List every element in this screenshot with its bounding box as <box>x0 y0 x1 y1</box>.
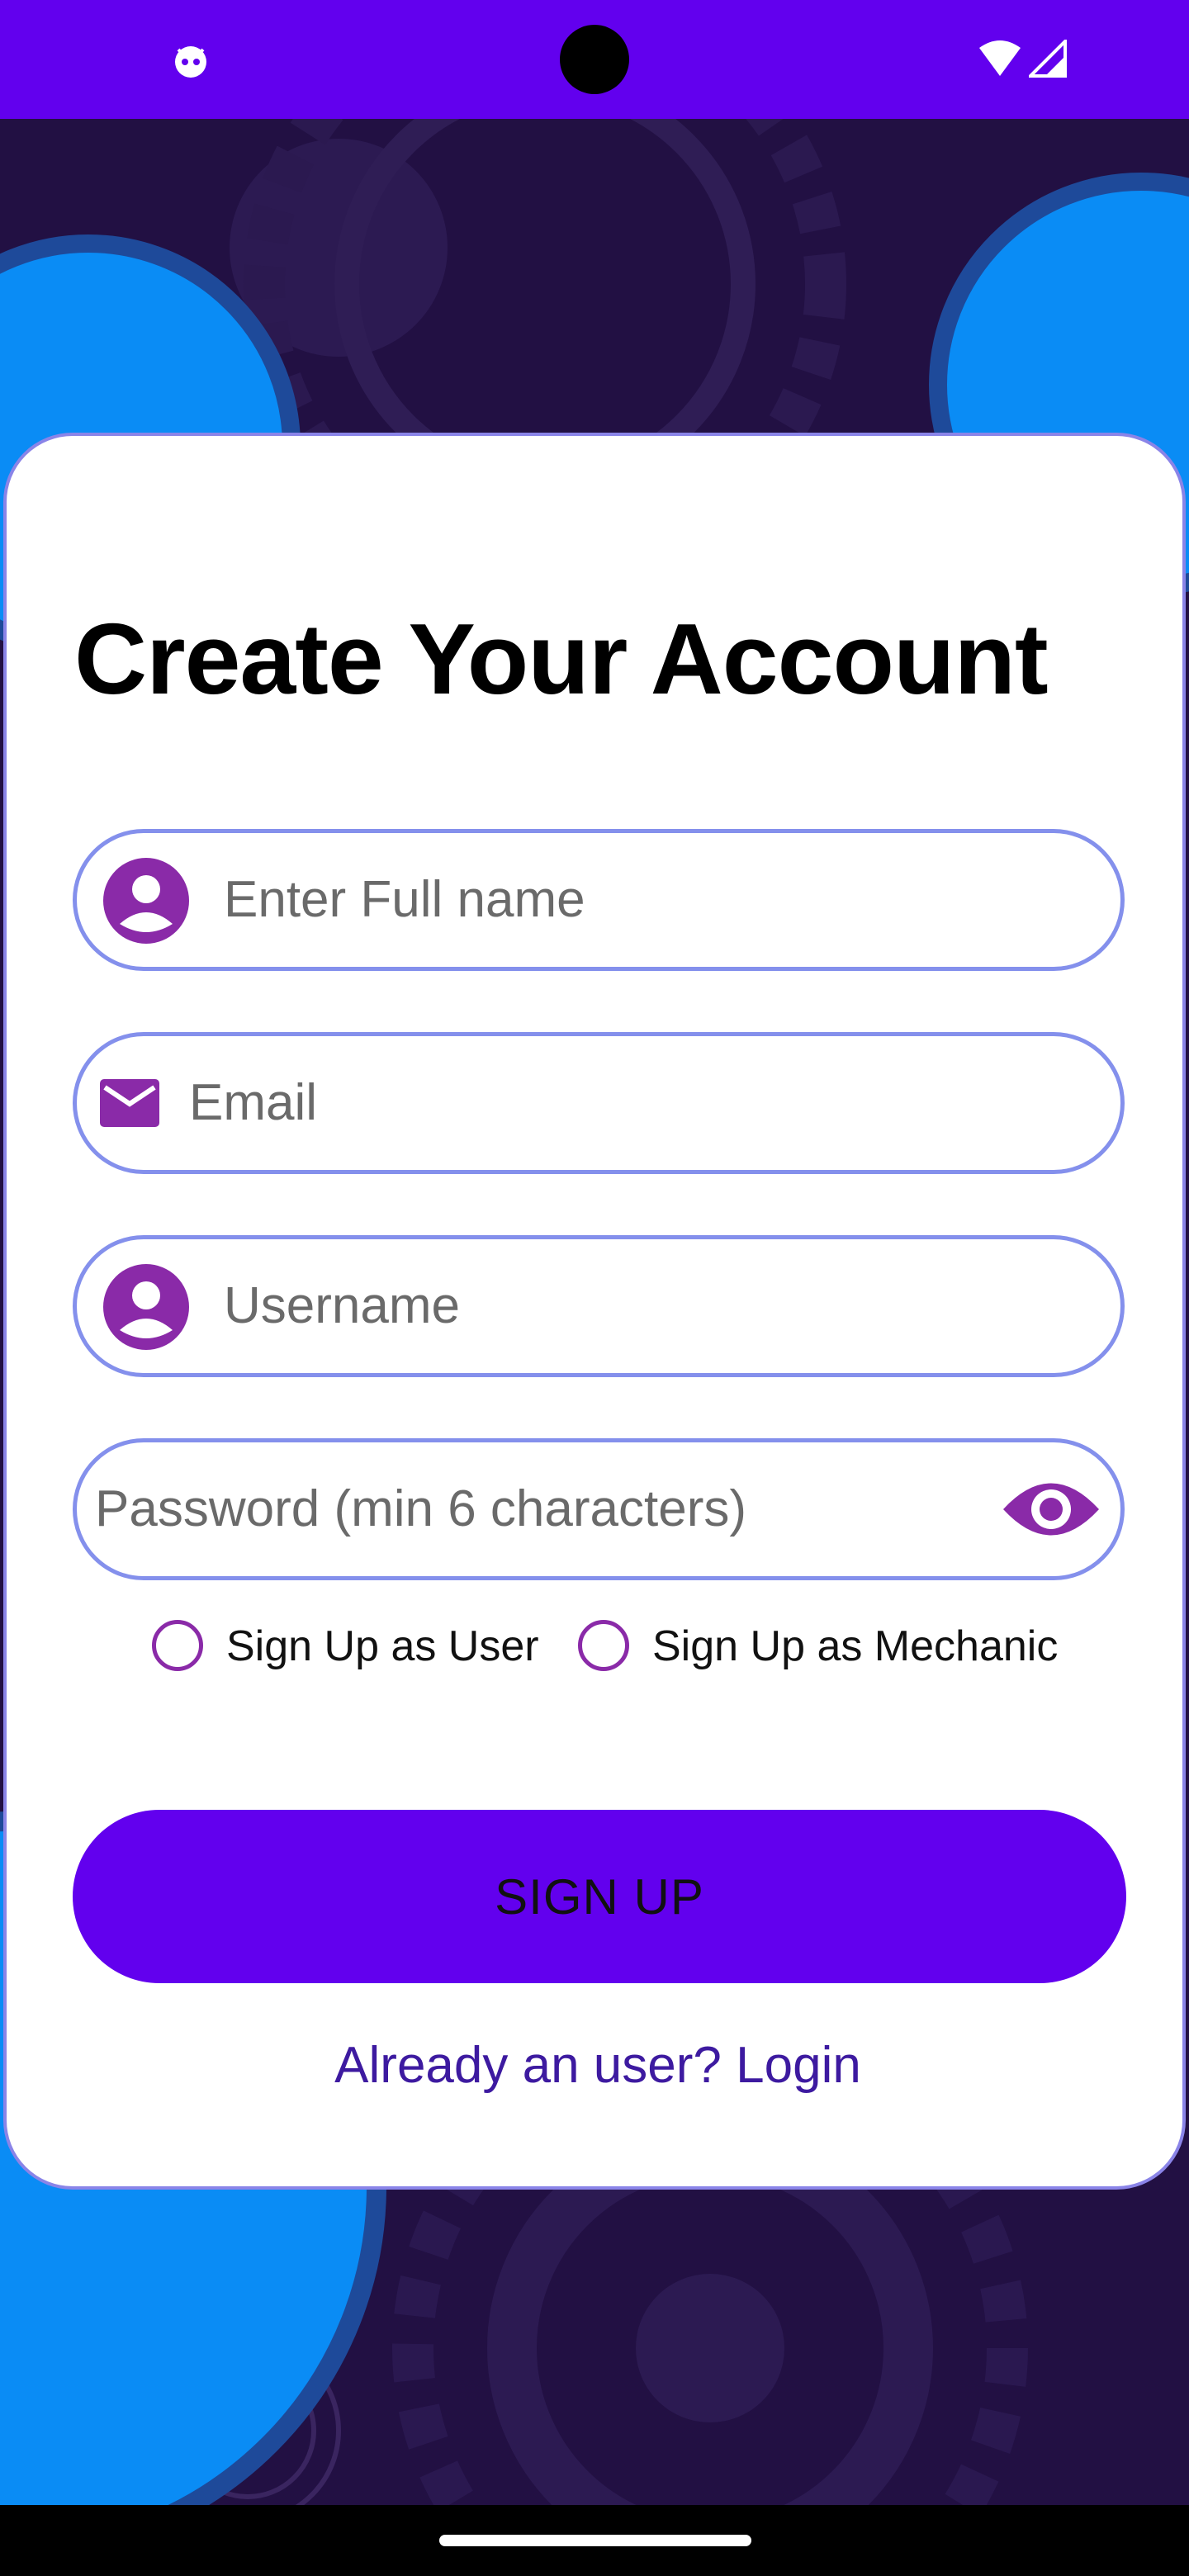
wifi-icon <box>979 40 1021 76</box>
status-bar <box>0 0 1189 119</box>
full-name-placeholder: Enter Full name <box>224 871 585 928</box>
role-selector: Sign Up as User Sign Up as Mechanic <box>7 1615 1189 1681</box>
email-placeholder: Email <box>189 1074 318 1131</box>
app-notification-icon <box>175 46 206 78</box>
signal-icon <box>1029 40 1067 78</box>
username-placeholder: Username <box>224 1277 460 1334</box>
login-link[interactable]: Already an user? Login <box>7 2033 1189 2099</box>
home-gesture-handle[interactable] <box>439 2535 751 2546</box>
navigation-bar <box>0 2505 1189 2576</box>
sign-up-button[interactable]: SIGN UP <box>73 1810 1126 1983</box>
page-title: Create Your Account <box>74 603 1049 715</box>
email-field[interactable]: Email <box>73 1032 1125 1174</box>
password-placeholder: Password (min 6 characters) <box>95 1480 747 1537</box>
signup-card: Create Your Account Enter Full name Emai… <box>3 433 1186 2190</box>
radio-label: Sign Up as User <box>226 1622 539 1670</box>
radio-circle[interactable] <box>152 1620 203 1671</box>
person-icon <box>103 858 189 944</box>
password-field[interactable]: Password (min 6 characters) <box>73 1438 1125 1580</box>
radio-circle[interactable] <box>578 1620 629 1671</box>
person-icon <box>103 1264 189 1350</box>
mail-icon <box>100 1079 159 1127</box>
camera-cutout <box>560 25 629 94</box>
full-name-field[interactable]: Enter Full name <box>73 829 1125 971</box>
eye-icon[interactable] <box>1002 1475 1101 1543</box>
radio-label: Sign Up as Mechanic <box>652 1622 1059 1670</box>
username-field[interactable]: Username <box>73 1235 1125 1377</box>
